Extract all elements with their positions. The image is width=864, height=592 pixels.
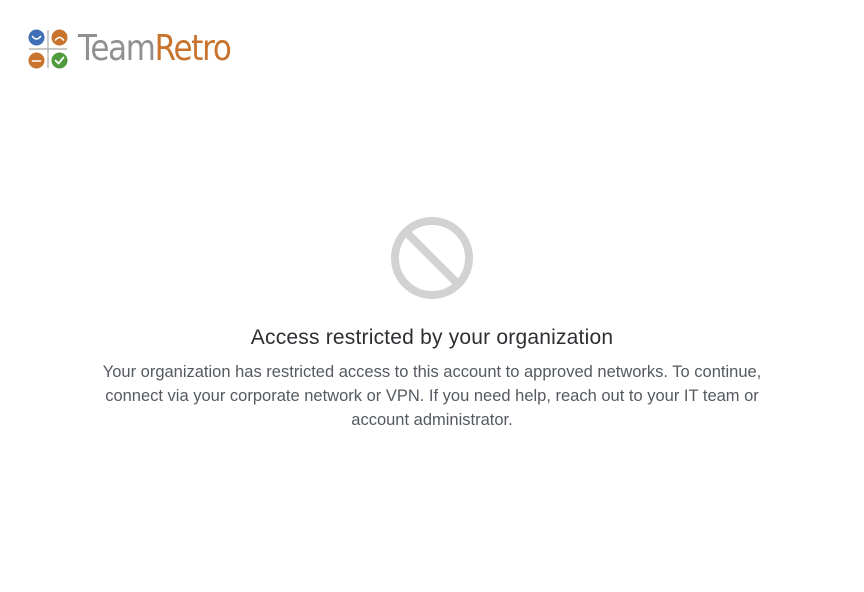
logo-word-team: Team xyxy=(78,28,156,69)
logo-wordmark: TeamRetro xyxy=(78,27,232,71)
notice-message: Your organization has restricted access … xyxy=(102,363,762,429)
logo-word-retro: Retro xyxy=(154,28,232,69)
notice-title: Access restricted by your organization xyxy=(250,326,614,349)
access-restricted-notice: Access restricted by your organization Y… xyxy=(0,216,864,432)
teamretro-logo: TeamRetro xyxy=(26,27,255,71)
blocked-icon xyxy=(391,217,473,299)
logo-mark-icon xyxy=(28,29,68,69)
page: TeamRetro Access restricted by your orga… xyxy=(0,0,864,592)
